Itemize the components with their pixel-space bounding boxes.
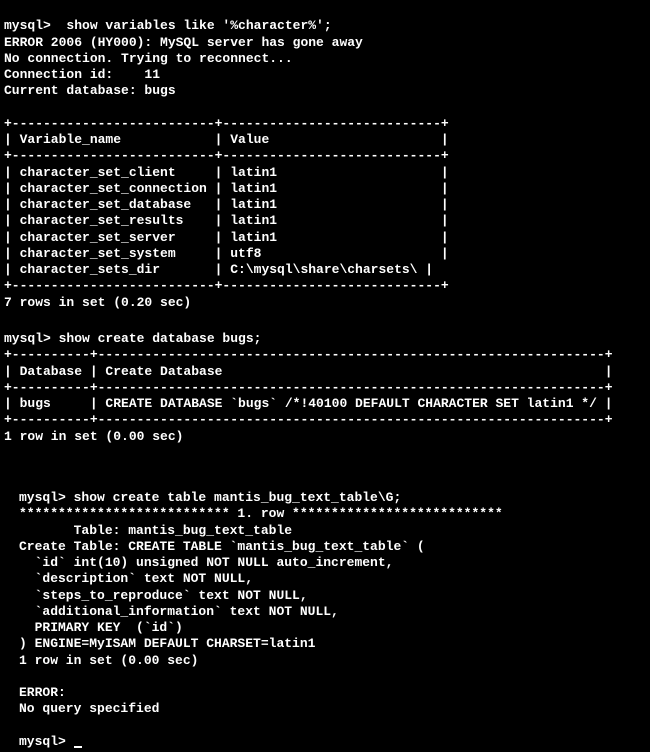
table-border: +--------------------------+------------… — [4, 116, 449, 131]
terminal-section-1: mysql> show variables like '%character%'… — [0, 0, 490, 313]
table-row: | character_set_system | utf8 | — [4, 246, 449, 261]
mysql-prompt[interactable]: mysql> — [19, 734, 74, 749]
connection-id-line: Connection id: 11 — [4, 67, 160, 82]
create-table-line: `steps_to_reproduce` text NOT NULL, — [19, 588, 308, 603]
create-table-line: `id` int(10) unsigned NOT NULL auto_incr… — [19, 555, 393, 570]
table-border: +----------+----------------------------… — [4, 412, 613, 427]
table-header: | Variable_name | Value | — [4, 132, 449, 147]
current-db-line: Current database: bugs — [4, 83, 176, 98]
table-row: | character_set_connection | latin1 | — [4, 181, 449, 196]
reconnect-line: No connection. Trying to reconnect... — [4, 51, 293, 66]
mysql-prompt-line: mysql> show create database bugs; — [4, 331, 261, 346]
table-border: +----------+----------------------------… — [4, 380, 613, 395]
result-line: 7 rows in set (0.20 sec) — [4, 295, 191, 310]
table-border: +--------------------------+------------… — [4, 278, 449, 293]
create-table-line: `additional_information` text NOT NULL, — [19, 604, 339, 619]
result-line: 1 row in set (0.00 sec) — [19, 653, 198, 668]
table-border: +--------------------------+------------… — [4, 148, 449, 163]
table-row: | bugs | CREATE DATABASE `bugs` /*!40100… — [4, 396, 613, 411]
table-row: | character_set_client | latin1 | — [4, 165, 449, 180]
terminal-section-2: mysql> show create database bugs; +-----… — [0, 313, 630, 447]
table-row: | character_set_server | latin1 | — [4, 230, 449, 245]
error-message: No query specified — [19, 701, 159, 716]
create-table-line: PRIMARY KEY (`id`) — [19, 620, 183, 635]
create-table-line: `description` text NOT NULL, — [19, 571, 253, 586]
create-table-line: Create Table: CREATE TABLE `mantis_bug_t… — [19, 539, 425, 554]
table-border: +----------+----------------------------… — [4, 347, 613, 362]
error-line: ERROR 2006 (HY000): MySQL server has gon… — [4, 35, 363, 50]
row-header: *************************** 1. row *****… — [19, 506, 503, 521]
table-row: | character_set_results | latin1 | — [4, 213, 449, 228]
mysql-prompt-line: mysql> show variables like '%character%'… — [4, 18, 332, 33]
table-name-line: Table: mantis_bug_text_table — [19, 523, 292, 538]
create-table-line: ) ENGINE=MyISAM DEFAULT CHARSET=latin1 — [19, 636, 315, 651]
mysql-prompt-line: mysql> show create table mantis_bug_text… — [19, 490, 401, 505]
cursor-icon — [74, 746, 82, 748]
table-row: | character_sets_dir | C:\mysql\share\ch… — [4, 262, 433, 277]
terminal-section-3: mysql> show create table mantis_bug_text… — [15, 472, 545, 752]
error-line: ERROR: — [19, 685, 66, 700]
table-row: | character_set_database | latin1 | — [4, 197, 449, 212]
table-header: | Database | Create Database | — [4, 364, 613, 379]
result-line: 1 row in set (0.00 sec) — [4, 429, 183, 444]
